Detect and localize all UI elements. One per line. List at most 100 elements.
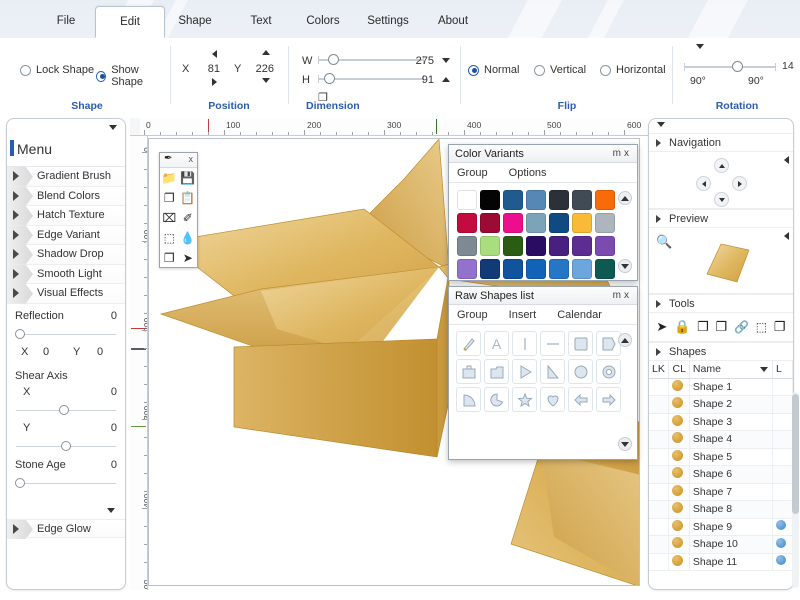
color-swatch[interactable]: [457, 236, 477, 256]
cell-l[interactable]: [772, 500, 793, 519]
table-row[interactable]: Shape 1: [649, 378, 793, 396]
color-swatch[interactable]: [572, 259, 592, 279]
table-row[interactable]: Shape 10: [649, 535, 793, 554]
arrow-right-icon[interactable]: [596, 387, 621, 412]
color-swatch[interactable]: [480, 259, 500, 279]
lock-icon[interactable]: 🔒: [674, 319, 690, 335]
horizontal-ruler[interactable]: 0 100 200 300 400 500 600: [140, 118, 648, 136]
link-icon[interactable]: 🔗: [734, 320, 749, 334]
cell-cl[interactable]: [668, 430, 690, 449]
search-icon[interactable]: 🔍: [656, 234, 672, 250]
brush-icon[interactable]: ✐: [179, 208, 198, 228]
cell-lk[interactable]: [649, 413, 670, 431]
color-swatch[interactable]: [595, 190, 615, 210]
tab-file[interactable]: File: [28, 6, 104, 38]
dimension-w-value[interactable]: 275: [404, 55, 434, 67]
color-dialog-close-button[interactable]: x: [624, 148, 632, 159]
section-header-shapes[interactable]: Shapes: [649, 342, 793, 361]
color-swatch[interactable]: [480, 236, 500, 256]
cell-cl[interactable]: [668, 500, 690, 519]
cell-cl[interactable]: [668, 378, 690, 396]
table-row[interactable]: Shape 3: [649, 413, 793, 431]
cell-lk[interactable]: [649, 465, 670, 484]
mini-toolbar-header[interactable]: ✒ x: [160, 153, 197, 168]
preview-collapse-icon[interactable]: [784, 232, 789, 240]
table-row[interactable]: Shape 5: [649, 448, 793, 466]
shear-x-slider[interactable]: [15, 404, 117, 417]
color-swatch[interactable]: [549, 259, 569, 279]
rotation-value[interactable]: 14: [782, 60, 794, 72]
group-icon[interactable]: ❐: [774, 319, 786, 335]
cell-cl[interactable]: [668, 395, 690, 414]
cell-cl[interactable]: [668, 413, 690, 431]
color-scroll-up-icon[interactable]: [618, 191, 632, 205]
cell-l[interactable]: [772, 448, 793, 466]
tab-about[interactable]: About: [420, 6, 486, 38]
column-header-name[interactable]: Name: [689, 361, 774, 379]
mini-toolbar-close-button[interactable]: x: [189, 154, 194, 164]
section-header-tools[interactable]: Tools: [649, 294, 793, 313]
accordion-item-gradient-brush[interactable]: Gradient Brush: [7, 167, 125, 187]
color-swatch[interactable]: [595, 213, 615, 233]
shapes-list-scrollbar[interactable]: [792, 392, 799, 588]
horizontal-line-icon[interactable]: [540, 331, 565, 356]
column-header-l[interactable]: L: [772, 361, 793, 379]
color-swatch[interactable]: [595, 259, 615, 279]
shapes-dialog-minimize-button[interactable]: m: [613, 290, 624, 301]
cell-cl[interactable]: [668, 448, 690, 466]
color-swatch[interactable]: [526, 190, 546, 210]
table-row[interactable]: Shape 11: [649, 553, 793, 571]
tab-settings[interactable]: Settings: [352, 6, 424, 38]
section-header-preview[interactable]: Preview: [649, 209, 793, 228]
square-icon[interactable]: [568, 331, 593, 356]
shapes-dialog-close-button[interactable]: x: [624, 290, 632, 301]
table-row[interactable]: Shape 6: [649, 465, 793, 484]
heart-icon[interactable]: [540, 387, 565, 412]
quarter-circle-icon[interactable]: [456, 387, 481, 412]
copy-icon[interactable]: ❐: [160, 188, 179, 208]
position-x-increase-icon[interactable]: [212, 78, 217, 86]
color-swatch[interactable]: [480, 213, 500, 233]
position-y-decrease-icon[interactable]: [262, 78, 270, 83]
accordion-item-visual-effects[interactable]: Visual Effects: [7, 284, 125, 304]
right-panel-collapse-icon[interactable]: [657, 122, 665, 127]
cell-l[interactable]: [772, 535, 793, 554]
nav-down-button[interactable]: [714, 192, 729, 207]
cell-lk[interactable]: [649, 483, 670, 501]
color-swatch[interactable]: [503, 190, 523, 210]
rotation-dropdown-icon[interactable]: [696, 44, 704, 49]
accordion-item-edge-variant[interactable]: Edge Variant: [7, 225, 125, 245]
marquee-select-icon[interactable]: ⬚: [160, 228, 179, 248]
pentagon-arrow-icon[interactable]: [596, 331, 621, 356]
color-swatch[interactable]: [572, 213, 592, 233]
color-swatch[interactable]: [457, 259, 477, 279]
color-swatch[interactable]: [549, 190, 569, 210]
table-row[interactable]: Shape 2: [649, 395, 793, 414]
color-scroll-down-icon[interactable]: [618, 259, 632, 273]
donut-icon[interactable]: [596, 359, 621, 384]
reflection-slider[interactable]: [15, 328, 117, 341]
color-swatch[interactable]: [457, 213, 477, 233]
marquee-select-icon[interactable]: ⬚: [756, 320, 767, 334]
visual-effects-collapse-icon[interactable]: [107, 507, 115, 513]
accordion-item-smooth-light[interactable]: Smooth Light: [7, 264, 125, 284]
color-swatch[interactable]: [572, 236, 592, 256]
sort-descending-icon[interactable]: [760, 367, 769, 372]
color-swatch[interactable]: [457, 190, 477, 210]
send-backward-icon[interactable]: ❐: [716, 319, 728, 335]
cell-l[interactable]: [772, 395, 793, 414]
column-header-cl[interactable]: CL: [668, 361, 690, 379]
lock-shape-radio[interactable]: Lock Shape: [20, 64, 94, 76]
folder-icon[interactable]: [484, 359, 509, 384]
table-row[interactable]: Shape 7: [649, 483, 793, 501]
text-a-icon[interactable]: A: [484, 331, 509, 356]
section-header-navigation[interactable]: Navigation: [649, 133, 793, 152]
cell-lk[interactable]: [649, 395, 670, 414]
accordion-item-hatch-texture[interactable]: Hatch Texture: [7, 206, 125, 226]
cell-cl[interactable]: [668, 483, 690, 501]
arrow-left-icon[interactable]: [568, 387, 593, 412]
accordion-item-blend-colors[interactable]: Blend Colors: [7, 186, 125, 206]
cell-cl[interactable]: [668, 535, 690, 554]
rotation-slider[interactable]: [684, 61, 776, 73]
accordion-item-shadow-drop[interactable]: Shadow Drop: [7, 245, 125, 265]
